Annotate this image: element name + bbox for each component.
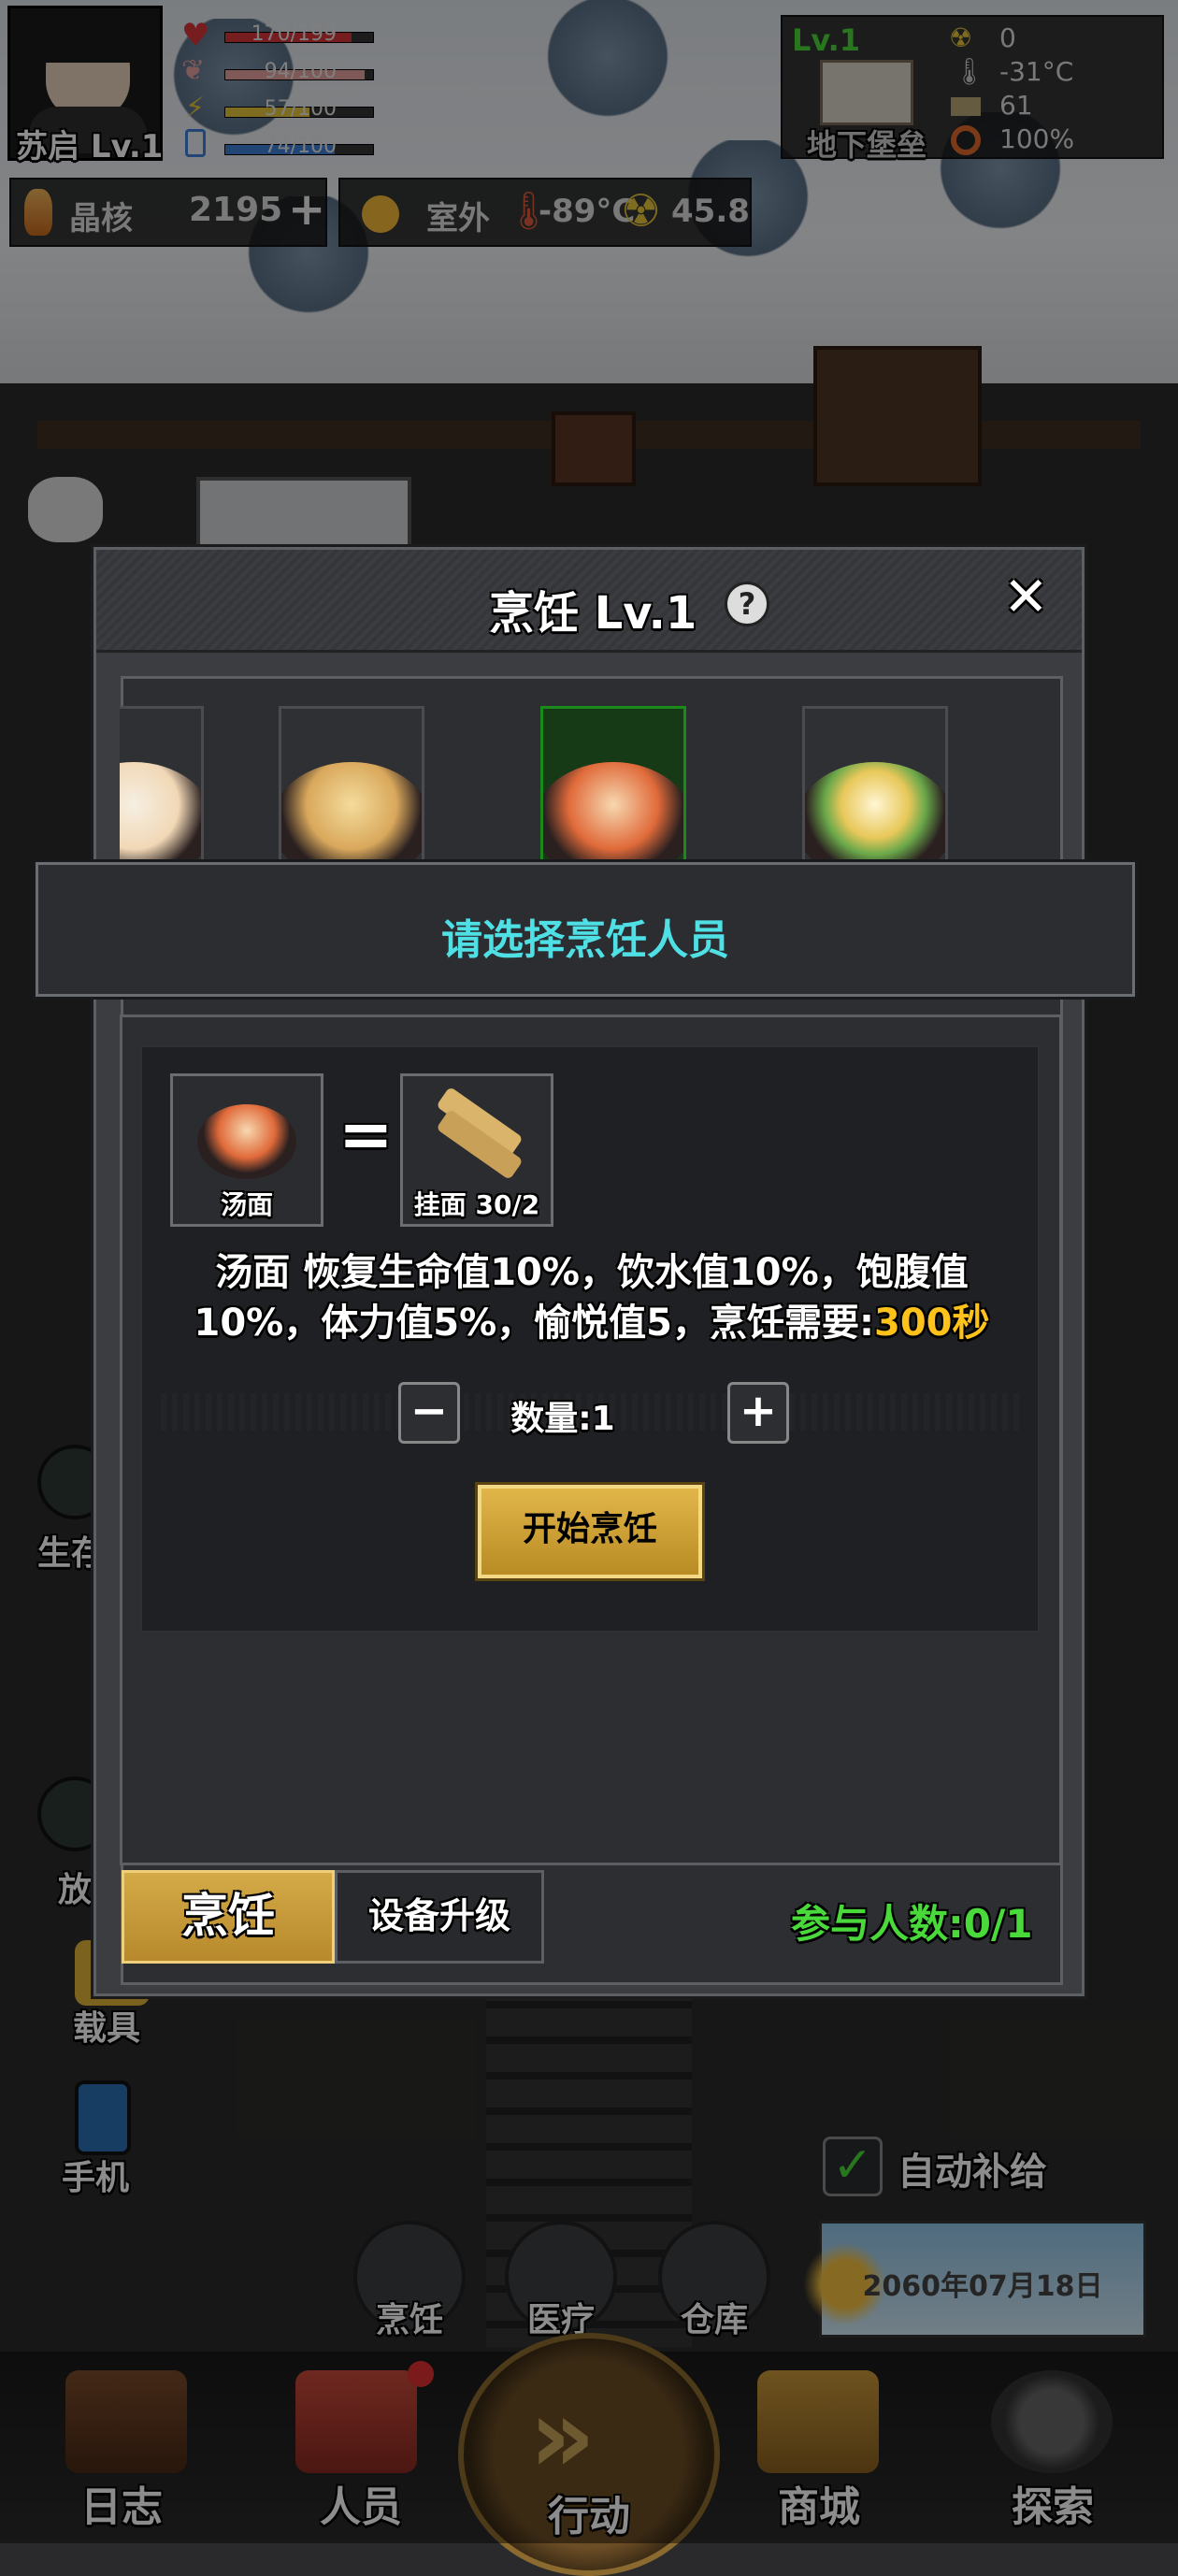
- recipe-card-soup-noodles[interactable]: [540, 706, 686, 870]
- result-slot[interactable]: 汤面: [170, 1073, 323, 1227]
- cook-time: 300秒: [873, 1302, 990, 1345]
- increase-quantity-button[interactable]: +: [727, 1382, 789, 1444]
- participant-count: 参与人数:0/1: [791, 1901, 1033, 1947]
- help-icon[interactable]: ?: [725, 582, 769, 626]
- soup-noodles-icon: [197, 1104, 296, 1179]
- close-icon[interactable]: ✕: [1003, 565, 1049, 628]
- tab-equipment-upgrade[interactable]: 设备升级: [335, 1870, 544, 1964]
- recipe-card-egg-noodles[interactable]: [802, 706, 948, 870]
- recipe-carousel[interactable]: [120, 706, 1055, 870]
- ingredient-label: 挂面 30/2: [413, 1189, 540, 1220]
- tab-cooking[interactable]: 烹饪: [122, 1870, 335, 1964]
- quantity-value: 数量:1: [510, 1400, 615, 1438]
- recipe-description-text: 10%，体力值5%，愉悦值5，烹饪需要:: [194, 1302, 874, 1345]
- select-cook-banner[interactable]: 请选择烹饪人员: [36, 862, 1135, 997]
- recipe-description-line1: 汤面 恢复生命值10%，饮水值10%，饱腹值: [215, 1251, 969, 1294]
- dialog-title: 烹饪 Lv.1: [489, 587, 697, 640]
- equals-sign: =: [338, 1096, 394, 1173]
- start-cooking-button[interactable]: 开始烹饪: [478, 1485, 702, 1578]
- recipe-card-fried-rice[interactable]: [279, 706, 424, 870]
- ingredient-slot[interactable]: 挂面 30/2: [400, 1073, 553, 1227]
- decrease-quantity-button[interactable]: −: [398, 1382, 460, 1444]
- dialog-header: 烹饪 Lv.1 ? ✕: [96, 550, 1082, 653]
- recipe-description-line2: 10%，体力值5%，愉悦值5，烹饪需要:300秒: [142, 1292, 1042, 1346]
- result-label: 汤面: [220, 1189, 273, 1220]
- recipe-card-rice[interactable]: [120, 706, 204, 870]
- select-cook-prompt: 请选择烹饪人员: [441, 916, 729, 964]
